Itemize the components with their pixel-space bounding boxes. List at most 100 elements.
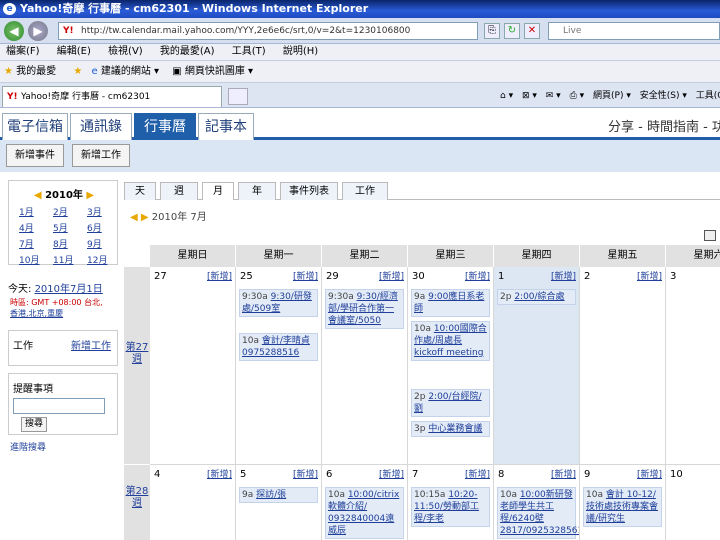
tab-notepad[interactable]: 記事本 (198, 113, 254, 140)
view-month[interactable]: 月 (202, 182, 234, 200)
day-cell[interactable]: 4 [新增] (150, 465, 236, 540)
menu-edit[interactable]: 編輯(E) (57, 46, 91, 57)
month-link[interactable]: 3月 (87, 205, 109, 218)
day-cell[interactable]: 25 [新增] 9:30a 9:30/研發處/509室 10a 會計/李晴貞 0975… (236, 267, 322, 465)
add-favorite-icon[interactable]: ★ (73, 66, 82, 77)
reminders-input[interactable] (13, 398, 105, 414)
calendar-event[interactable]: 9a 9:00應日系老師 (411, 289, 490, 317)
view-week[interactable]: 週 (160, 182, 198, 200)
week-number-link[interactable]: 第28週 (124, 465, 150, 540)
day-cell[interactable]: 29 [新增] 9:30a 9:30/經濟部/學研合作第一會議室/5050 (322, 267, 408, 465)
calendar-event[interactable]: 10a 10:00國際合作處/周處長 kickoff meeting (411, 321, 490, 361)
menu-help[interactable]: 說明(H) (283, 46, 318, 57)
today-link[interactable]: 2010年7月1日 (35, 284, 103, 295)
day-cell[interactable]: 5 [新增] 9a 探訪/張 (236, 465, 322, 540)
month-link[interactable]: 5月 (53, 221, 75, 234)
feeds-icon[interactable]: ⊠ ▾ (522, 91, 537, 101)
menu-view[interactable]: 檢視(V) (108, 46, 143, 57)
month-link[interactable]: 12月 (87, 253, 109, 266)
view-year[interactable]: 年 (238, 182, 276, 200)
browser-tab[interactable]: Y! Yahoo!奇摩 行事曆 - cm62301 (2, 86, 222, 107)
month-link[interactable]: 1月 (19, 205, 41, 218)
add-event-link[interactable]: [新增] (207, 467, 232, 480)
add-event-link[interactable]: [新增] (379, 269, 404, 282)
advanced-search-link[interactable]: 進階搜尋 (10, 440, 46, 453)
calendar-event[interactable]: 10a 10:00/citrix軟體介紹/ 0932840004遠威辰 (325, 487, 404, 539)
month-link[interactable]: 11月 (53, 253, 75, 266)
cmd-safety[interactable]: 安全性(S) ▾ (640, 91, 687, 101)
new-task-button[interactable]: 新增工作 (72, 144, 130, 167)
day-cell[interactable]: 10 (666, 465, 720, 540)
tab-calendar[interactable]: 行事曆 (134, 113, 196, 140)
prev-year-icon[interactable]: ◀ (34, 190, 42, 201)
add-event-link[interactable]: [新增] (637, 467, 662, 480)
event-title-link[interactable]: 探訪/張 (256, 490, 286, 500)
print-calendar-icon[interactable] (704, 230, 716, 241)
reminders-search-button[interactable]: 搜尋 (21, 417, 47, 432)
favorites-label[interactable]: 我的最愛 (16, 66, 56, 77)
back-button[interactable]: ◀ (4, 21, 24, 41)
cmd-tools[interactable]: 工具(O) ▾ (696, 91, 720, 101)
day-cell[interactable]: 9 [新增] 10a 會計 10-12/技術處技術專案會議/研究生 (580, 465, 666, 540)
add-event-link[interactable]: [新增] (379, 467, 404, 480)
menu-file[interactable]: 檔案(F) (6, 46, 40, 57)
month-link[interactable]: 8月 (53, 237, 75, 250)
tab-contacts[interactable]: 通訊錄 (70, 113, 132, 140)
calendar-event[interactable]: 9a 探訪/張 (239, 487, 318, 503)
calendar-event[interactable]: 9:30a 9:30/經濟部/學研合作第一會議室/5050 (325, 289, 404, 329)
day-cell[interactable]: 3 (666, 267, 720, 465)
top-right-links[interactable]: 分享 - 時間指南 - 功能 (608, 116, 720, 135)
fav-link-suggested[interactable]: 建議的網站 ▾ (101, 66, 159, 77)
menu-tools[interactable]: 工具(T) (232, 46, 266, 57)
new-tab-button[interactable] (228, 88, 248, 105)
add-event-link[interactable]: [新增] (293, 269, 318, 282)
add-event-link[interactable]: [新增] (551, 467, 576, 480)
calendar-event[interactable]: 3p 中心業務會議 (411, 421, 490, 437)
day-cell[interactable]: 8 [新增] 10a 10:00新研發老師學生共工程/6240壁 2817/0925… (494, 465, 580, 540)
day-cell[interactable]: 27 [新增] (150, 267, 236, 465)
day-cell[interactable]: 1 [新增] 2p 2:00/綜合處 (494, 267, 580, 465)
day-cell[interactable]: 30 [新增] 9a 9:00應日系老師 10a 10:00國際合作處/周處長 kic… (408, 267, 494, 465)
month-link[interactable]: 4月 (19, 221, 41, 234)
forward-button[interactable]: ▶ (28, 21, 48, 41)
tab-mail[interactable]: 電子信箱 (2, 113, 68, 140)
cmd-page[interactable]: 網頁(P) ▾ (593, 91, 631, 101)
day-cell[interactable]: 6 [新增] 10a 10:00/citrix軟體介紹/ 0932840004遠威辰 (322, 465, 408, 540)
add-task-link[interactable]: 新增工作 (71, 337, 111, 352)
menu-favorites[interactable]: 我的最愛(A) (160, 46, 215, 57)
calendar-event[interactable]: 10a 10:00新研發老師學生共工程/6240壁 2817/092532856… (497, 487, 579, 539)
add-event-link[interactable]: [新增] (551, 269, 576, 282)
prev-month-icon[interactable]: ◀ (130, 212, 138, 223)
calendar-event[interactable]: 2p 2:00/台經院/劉 (411, 389, 490, 417)
search-input[interactable]: Live (548, 22, 720, 40)
event-title-link[interactable]: 2:00/綜合處 (514, 292, 564, 302)
favorites-star-icon[interactable]: ★ (4, 66, 13, 77)
refresh-icon[interactable]: ↻ (504, 23, 520, 39)
month-link[interactable]: 2月 (53, 205, 75, 218)
add-event-link[interactable]: [新增] (207, 269, 232, 282)
mail-icon[interactable]: ✉ ▾ (546, 91, 561, 101)
calendar-event[interactable]: 10a 會計/李晴貞 0975288516 (239, 333, 318, 361)
view-tasks[interactable]: 工作 (342, 182, 388, 200)
calendar-event[interactable]: 10:15a 10:20-11:50/勞動部工程/李老 (411, 487, 490, 527)
add-event-link[interactable]: [新增] (465, 467, 490, 480)
home-icon[interactable]: ⌂ ▾ (500, 91, 513, 101)
view-event-list[interactable]: 事件列表 (280, 182, 338, 200)
week-number-link[interactable]: 第27週 (124, 267, 150, 464)
day-cell[interactable]: 2 [新增] (580, 267, 666, 465)
next-year-icon[interactable]: ▶ (86, 190, 94, 201)
calendar-event[interactable]: 9:30a 9:30/研發處/509室 (239, 289, 318, 317)
month-link[interactable]: 10月 (19, 253, 41, 266)
add-event-link[interactable]: [新增] (465, 269, 490, 282)
month-link[interactable]: 6月 (87, 221, 109, 234)
view-day[interactable]: 天 (124, 182, 156, 200)
timezone-cities[interactable]: 香港,北京,重慶 (10, 308, 122, 319)
next-month-icon[interactable]: ▶ (141, 212, 149, 223)
calendar-event[interactable]: 2p 2:00/綜合處 (497, 289, 576, 305)
address-bar[interactable]: Y! http://tw.calendar.mail.yahoo.com/YYY… (58, 22, 478, 40)
add-event-link[interactable]: [新增] (637, 269, 662, 282)
stop-icon[interactable]: ✕ (524, 23, 540, 39)
month-link[interactable]: 7月 (19, 237, 41, 250)
add-event-link[interactable]: [新增] (293, 467, 318, 480)
calendar-event[interactable]: 10a 會計 10-12/技術處技術專案會議/研究生 (583, 487, 662, 527)
